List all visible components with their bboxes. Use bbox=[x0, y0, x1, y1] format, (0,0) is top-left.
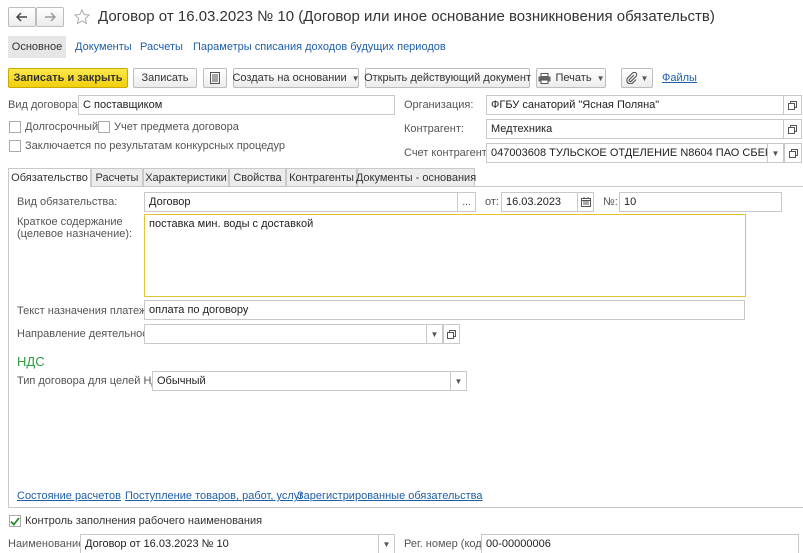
save-button[interactable]: Записать bbox=[133, 68, 197, 88]
arrow-right-icon bbox=[45, 12, 56, 22]
contract-subject-checkbox[interactable] bbox=[98, 121, 110, 133]
print-button[interactable]: Печать ▼ bbox=[536, 68, 606, 88]
organization-open-button[interactable] bbox=[784, 95, 802, 115]
calendar-icon bbox=[580, 197, 591, 207]
back-button[interactable] bbox=[8, 7, 36, 27]
printer-icon bbox=[538, 72, 551, 84]
registered-obligations-link[interactable]: Зарегистрированные обязательства bbox=[297, 490, 483, 502]
tab-basis-documents[interactable]: Документы - основания bbox=[356, 168, 476, 186]
chevron-down-icon: ▼ bbox=[382, 539, 391, 549]
chevron-down-icon: ▼ bbox=[596, 73, 605, 83]
name-dropdown[interactable]: ▼ bbox=[379, 534, 395, 553]
vat-type-field[interactable]: Обычный bbox=[152, 371, 451, 391]
list-view-button[interactable] bbox=[203, 68, 227, 88]
create-based-on-button[interactable]: Создать на основании ▼ bbox=[232, 68, 360, 88]
checkmark-icon bbox=[10, 516, 20, 526]
vat-heading: НДС bbox=[17, 354, 45, 369]
contract-type-label: Вид договора: bbox=[8, 99, 81, 111]
long-term-label: Долгосрочный bbox=[25, 121, 99, 133]
chevron-down-icon: ▼ bbox=[430, 329, 439, 339]
name-label: Наименование: bbox=[8, 538, 88, 550]
tab-deferred-income[interactable]: Параметры списания доходов будущих перио… bbox=[193, 41, 446, 53]
vat-type-dropdown[interactable]: ▼ bbox=[451, 371, 467, 391]
direction-dropdown[interactable]: ▼ bbox=[427, 324, 443, 344]
reg-number-label: Рег. номер (код): bbox=[404, 538, 489, 550]
obligation-kind-field[interactable]: Договор bbox=[144, 192, 458, 212]
tab-payments[interactable]: Расчеты bbox=[91, 168, 143, 186]
settlements-status-link[interactable]: Состояние расчетов bbox=[17, 490, 121, 502]
calendar-button[interactable] bbox=[578, 192, 594, 212]
counterparty-account-field[interactable]: 047003608 ТУЛЬСКОЕ ОТДЕЛЕНИЕ N8604 ПАО С… bbox=[486, 143, 768, 163]
counterparty-label: Контрагент: bbox=[404, 123, 464, 135]
tab-main-label: Основное bbox=[11, 41, 63, 53]
tab-settlements[interactable]: Расчеты bbox=[140, 41, 183, 53]
payment-purpose-field[interactable]: оплата по договору bbox=[144, 300, 745, 320]
organization-label: Организация: bbox=[404, 99, 474, 111]
direction-open-button[interactable] bbox=[443, 324, 460, 344]
control-checkbox[interactable] bbox=[9, 515, 21, 527]
obligation-kind-select-button[interactable]: ... bbox=[458, 192, 476, 212]
counterparty-account-dropdown[interactable]: ▼ bbox=[768, 143, 784, 163]
tab-main[interactable]: Основное bbox=[8, 36, 66, 58]
summary-text: поставка мин. воды с доставкой bbox=[149, 218, 314, 230]
forward-button[interactable] bbox=[36, 7, 64, 27]
date-label: от: bbox=[485, 196, 499, 208]
date-field[interactable]: 16.03.2023 bbox=[501, 192, 578, 212]
print-label: Печать bbox=[555, 72, 592, 84]
summary-label: Краткое содержание (целевое назначение): bbox=[17, 216, 133, 240]
tab-counterparties[interactable]: Контрагенты bbox=[286, 168, 357, 186]
goods-receipt-link[interactable]: Поступление товаров, работ, услуг bbox=[125, 490, 303, 502]
chevron-down-icon: ▼ bbox=[454, 376, 463, 386]
files-link[interactable]: Файлы bbox=[662, 72, 697, 84]
number-field[interactable]: 10 bbox=[619, 192, 782, 212]
open-window-icon bbox=[788, 100, 797, 110]
tab-documents[interactable]: Документы bbox=[75, 41, 132, 53]
reg-number-field[interactable]: 00-00000006 bbox=[481, 534, 799, 553]
window-title: Договор от 16.03.2023 № 10 (Договор или … bbox=[98, 8, 715, 25]
create-based-on-label: Создать на основании bbox=[232, 72, 347, 84]
summary-textarea[interactable]: поставка мин. воды с доставкой bbox=[144, 214, 746, 297]
counterparty-field[interactable]: Медтехника bbox=[486, 119, 784, 139]
open-window-icon bbox=[447, 329, 456, 339]
counterparty-account-open-button[interactable] bbox=[784, 143, 802, 163]
obligation-kind-label: Вид обязательства: bbox=[17, 196, 118, 208]
open-window-icon bbox=[788, 148, 798, 158]
tender-label: Заключается по результатам конкурсных пр… bbox=[25, 140, 285, 152]
open-current-document-button[interactable]: Открыть действующий документ bbox=[364, 68, 531, 88]
chevron-down-icon: ▼ bbox=[351, 73, 360, 83]
direction-field[interactable] bbox=[144, 324, 427, 344]
tab-properties[interactable]: Свойства bbox=[229, 168, 286, 186]
long-term-checkbox[interactable] bbox=[9, 121, 21, 133]
number-label: №: bbox=[603, 196, 618, 208]
control-label: Контроль заполнения рабочего наименовани… bbox=[25, 515, 263, 527]
counterparty-open-button[interactable] bbox=[784, 119, 802, 139]
arrow-left-icon bbox=[16, 12, 27, 22]
chevron-down-icon: ▼ bbox=[640, 73, 649, 83]
list-icon bbox=[210, 72, 220, 84]
vat-type-label: Тип договора для целей НДС: bbox=[17, 375, 170, 387]
counterparty-account-label: Счет контрагента: bbox=[404, 147, 496, 159]
attach-button[interactable]: ▼ bbox=[621, 68, 653, 88]
tab-obligation[interactable]: Обязательство bbox=[8, 168, 91, 187]
paperclip-icon bbox=[625, 72, 637, 84]
payment-purpose-label: Текст назначения платежа: bbox=[17, 305, 156, 317]
tender-checkbox[interactable] bbox=[9, 140, 21, 152]
save-and-close-button[interactable]: Записать и закрыть bbox=[8, 68, 128, 88]
direction-label: Направление деятельности: bbox=[17, 328, 163, 340]
contract-subject-label: Учет предмета договора bbox=[114, 121, 239, 133]
name-field[interactable]: Договор от 16.03.2023 № 10 bbox=[80, 534, 379, 553]
contract-type-field[interactable]: С поставщиком bbox=[78, 95, 395, 115]
organization-field[interactable]: ФГБУ санаторий "Ясная Поляна" bbox=[486, 95, 784, 115]
chevron-down-icon: ▼ bbox=[771, 148, 780, 158]
open-window-icon bbox=[788, 124, 797, 134]
tab-characteristics[interactable]: Характеристики bbox=[143, 168, 229, 186]
star-favorite-icon[interactable] bbox=[72, 7, 92, 27]
